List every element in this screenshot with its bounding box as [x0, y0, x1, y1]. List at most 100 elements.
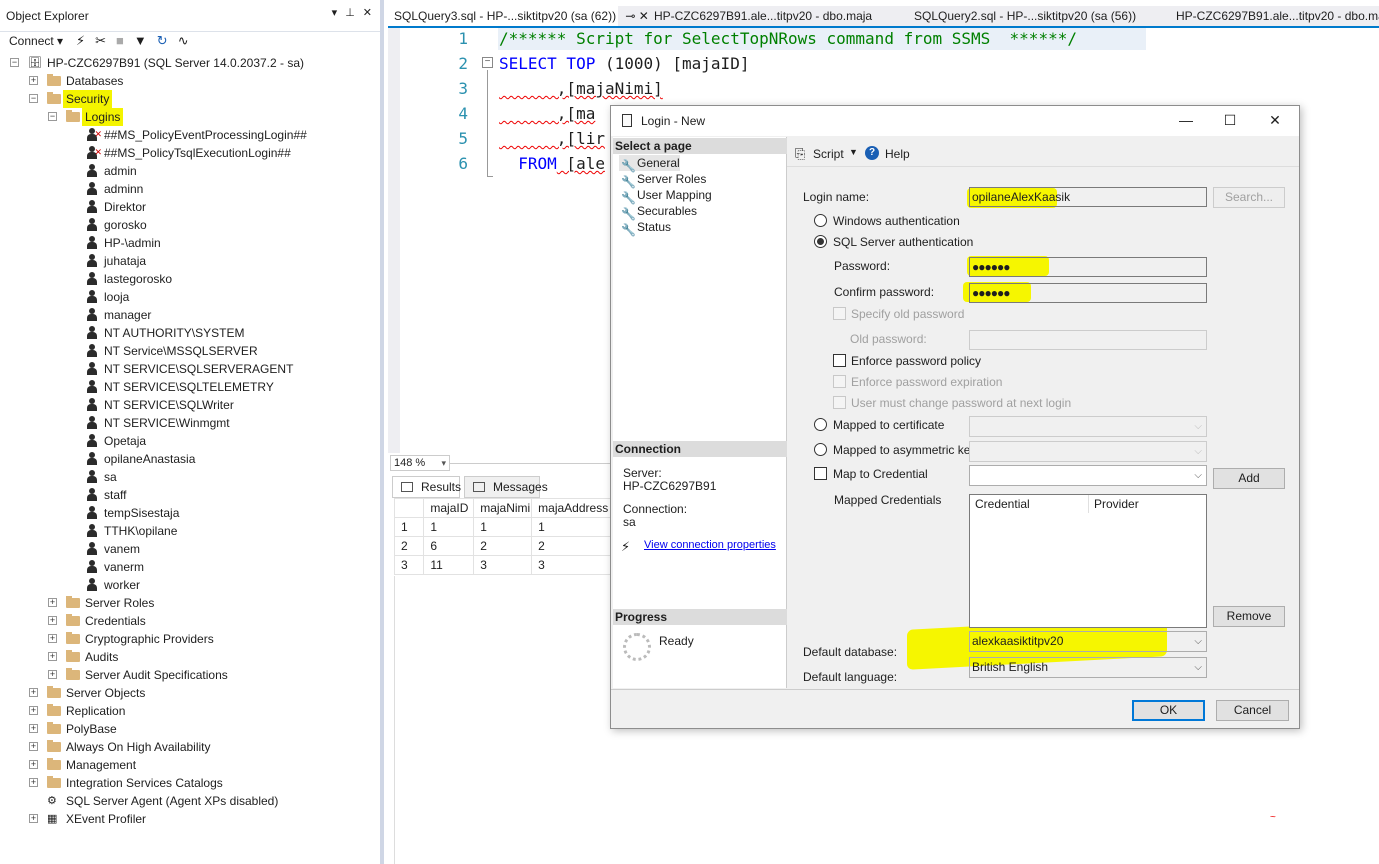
- tab-dbo-maja-1[interactable]: HP-CZC6297B91.ale...titpv20 - dbo.maja: [648, 6, 878, 26]
- mapped-certificate-label[interactable]: Mapped to certificate: [833, 418, 944, 432]
- results-grid[interactable]: majaID majaNimi majaAddress 1111 2622 31…: [393, 498, 614, 575]
- tab-pin-close-icon[interactable]: ⊸ ✕: [625, 9, 648, 23]
- tree-login-item[interactable]: juhataja: [0, 252, 380, 270]
- minimize-icon[interactable]: —: [1177, 112, 1195, 128]
- page-securables[interactable]: 🔧 Securables: [619, 203, 697, 221]
- close-icon[interactable]: ✕: [363, 6, 372, 19]
- horizontal-scrollbar[interactable]: [450, 463, 612, 464]
- mapped-certificate-radio[interactable]: [814, 418, 827, 431]
- add-button[interactable]: Add: [1213, 468, 1285, 489]
- tree-login-item[interactable]: gorosko: [0, 216, 380, 234]
- help-icon[interactable]: ?: [865, 146, 879, 160]
- disconnect-icon[interactable]: ✂: [95, 33, 106, 49]
- sql-auth-radio[interactable]: [814, 235, 827, 248]
- cancel-button[interactable]: Cancel: [1216, 700, 1289, 721]
- expand-icon[interactable]: +: [48, 598, 57, 607]
- asymmetric-key-select[interactable]: ⌵: [969, 441, 1207, 462]
- expand-icon[interactable]: +: [29, 706, 38, 715]
- tab-messages[interactable]: Messages: [464, 476, 548, 498]
- tree-login-item[interactable]: opilaneAnastasia: [0, 450, 380, 468]
- tree-login-item[interactable]: NT SERVICE\SQLTELEMETRY: [0, 378, 380, 396]
- collapse-icon[interactable]: −: [482, 57, 493, 68]
- connect-plug-icon[interactable]: ⚡: [76, 33, 85, 49]
- tab-dbo-maja-2[interactable]: HP-CZC6297B91.ale...titpv20 - dbo.maj: [1170, 6, 1379, 26]
- tree-login-item[interactable]: manager: [0, 306, 380, 324]
- expand-icon[interactable]: +: [29, 742, 38, 751]
- tree-login-item[interactable]: looja: [0, 288, 380, 306]
- expand-icon[interactable]: +: [48, 616, 57, 625]
- tree-root-child[interactable]: + Integration Services Catalogs: [0, 774, 380, 792]
- page-general[interactable]: 🔧 General: [619, 155, 680, 173]
- sql-auth-label[interactable]: SQL Server authentication: [833, 235, 973, 249]
- expand-icon[interactable]: +: [29, 76, 38, 85]
- tree-login-item[interactable]: NT AUTHORITY\SYSTEM: [0, 324, 380, 342]
- tree-xevent-profiler[interactable]: + ▦ XEvent Profiler: [0, 810, 380, 828]
- expand-icon[interactable]: +: [48, 634, 57, 643]
- tree-login-item[interactable]: NT SERVICE\SQLWriter: [0, 396, 380, 414]
- specify-old-password-checkbox[interactable]: [833, 307, 846, 320]
- connect-button[interactable]: Connect ▾: [9, 34, 63, 48]
- collapse-icon[interactable]: −: [10, 58, 19, 67]
- view-connection-properties-link[interactable]: View connection properties: [644, 539, 776, 551]
- table-row[interactable]: 1111: [393, 517, 614, 537]
- expand-icon[interactable]: +: [29, 724, 38, 733]
- activity-monitor-icon[interactable]: ∿: [178, 33, 189, 49]
- tree-login-item[interactable]: adminn: [0, 180, 380, 198]
- map-credential-label[interactable]: Map to Credential: [833, 467, 928, 481]
- refresh-icon[interactable]: ↻: [157, 33, 168, 49]
- search-button[interactable]: Search...: [1213, 187, 1285, 208]
- map-credential-checkbox[interactable]: [814, 467, 827, 480]
- tab-sqlquery2[interactable]: SQLQuery2.sql - HP-...siktitpv20 (sa (56…: [908, 6, 1142, 26]
- tab-sqlquery3[interactable]: SQLQuery3.sql - HP-...siktitpv20 (sa (62…: [388, 6, 649, 26]
- dropdown-icon[interactable]: ▾: [332, 6, 338, 19]
- windows-auth-label[interactable]: Windows authentication: [833, 214, 960, 228]
- script-button[interactable]: Script: [813, 147, 844, 161]
- tree-root-child[interactable]: + Always On High Availability: [0, 738, 380, 756]
- tree-login-item[interactable]: tempSisestaja: [0, 504, 380, 522]
- default-language-select[interactable]: British English ⌵: [969, 657, 1207, 678]
- tree-security-child[interactable]: + Cryptographic Providers: [0, 630, 380, 648]
- grid-header[interactable]: majaNimi: [473, 498, 533, 518]
- tree-login-item[interactable]: HP-\admin: [0, 234, 380, 252]
- tree-login-item[interactable]: NT SERVICE\SQLSERVERAGENT: [0, 360, 380, 378]
- tree-login-item[interactable]: vanerm: [0, 558, 380, 576]
- tree-security-child[interactable]: + Credentials: [0, 612, 380, 630]
- remove-button[interactable]: Remove: [1213, 606, 1285, 627]
- grid-header[interactable]: majaAddress: [531, 498, 614, 518]
- tree-login-item[interactable]: TTHK\opilane: [0, 522, 380, 540]
- tab-results[interactable]: Results: [392, 476, 461, 498]
- grid-header[interactable]: majaID: [423, 498, 475, 518]
- expand-icon[interactable]: +: [48, 652, 57, 661]
- password-input[interactable]: ●●●●●●: [969, 257, 1207, 277]
- tree-root-child[interactable]: + Management: [0, 756, 380, 774]
- tree-security-child[interactable]: + Audits: [0, 648, 380, 666]
- tree-login-item[interactable]: ✕ ##MS_PolicyTsqlExecutionLogin##: [0, 144, 380, 162]
- zoom-select[interactable]: 148 % ▾: [390, 455, 450, 471]
- help-button[interactable]: Help: [885, 147, 910, 161]
- tree-login-item[interactable]: worker: [0, 576, 380, 594]
- tree-security-child[interactable]: + Server Audit Specifications: [0, 666, 380, 684]
- tree-security-child[interactable]: + Server Roles: [0, 594, 380, 612]
- must-change-checkbox[interactable]: [833, 396, 846, 409]
- tree-server-node[interactable]: − 🗄 HP-CZC6297B91 (SQL Server 14.0.2037.2 …: [0, 54, 380, 72]
- page-user-mapping[interactable]: 🔧 User Mapping: [619, 187, 712, 205]
- filter-icon[interactable]: ▼: [134, 33, 147, 49]
- expand-icon[interactable]: +: [29, 688, 38, 697]
- credential-column-header[interactable]: Credential: [970, 495, 1030, 513]
- tree-root-child[interactable]: + PolyBase: [0, 720, 380, 738]
- tree-login-item[interactable]: Opetaja: [0, 432, 380, 450]
- tree-login-item[interactable]: lastegorosko: [0, 270, 380, 288]
- tree-login-item[interactable]: vanem: [0, 540, 380, 558]
- stop-icon[interactable]: ■: [116, 33, 124, 49]
- enforce-expiration-checkbox[interactable]: [833, 375, 846, 388]
- tree-login-item[interactable]: sa: [0, 468, 380, 486]
- script-dropdown-icon[interactable]: ▼: [849, 147, 858, 157]
- provider-column-header[interactable]: Provider: [1089, 495, 1139, 513]
- credential-select[interactable]: ⌵: [969, 465, 1207, 486]
- expand-icon[interactable]: +: [29, 814, 38, 823]
- enforce-policy-label[interactable]: Enforce password policy: [851, 354, 981, 368]
- tree-login-item[interactable]: NT Service\MSSQLSERVER: [0, 342, 380, 360]
- table-row[interactable]: 3 11 3 3: [393, 555, 614, 575]
- confirm-password-input[interactable]: ●●●●●●: [969, 283, 1207, 303]
- tree-root-child[interactable]: + Server Objects: [0, 684, 380, 702]
